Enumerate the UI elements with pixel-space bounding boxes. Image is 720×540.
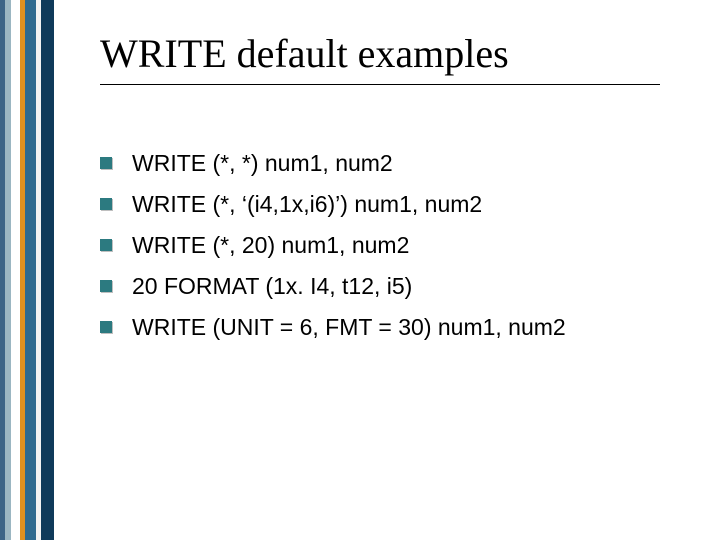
list-item-text: WRITE (*, ‘(i4,1x,i6)’) num1, num2: [132, 189, 660, 220]
bullet-icon: [100, 321, 112, 333]
list-item-text: WRITE (UNIT = 6, FMT = 30) num1, num2: [132, 312, 660, 343]
list-item-text: 20 FORMAT (1x. I4, t12, i5): [132, 271, 660, 302]
slide-body: WRITE (*, *) num1, num2 WRITE (*, ‘(i4,1…: [100, 148, 660, 353]
list-item: 20 FORMAT (1x. I4, t12, i5): [100, 271, 660, 302]
bullet-icon: [100, 198, 112, 210]
sidebar-stripe: [11, 0, 20, 540]
list-item: WRITE (UNIT = 6, FMT = 30) num1, num2: [100, 312, 660, 343]
sidebar-stripe: [25, 0, 36, 540]
bullet-icon: [100, 280, 112, 292]
title-underline: [100, 84, 660, 85]
list-item-text: WRITE (*, *) num1, num2: [132, 148, 660, 179]
bullet-icon: [100, 239, 112, 251]
sidebar-decoration: [0, 0, 54, 540]
slide-title: WRITE default examples: [100, 30, 509, 77]
list-item: WRITE (*, ‘(i4,1x,i6)’) num1, num2: [100, 189, 660, 220]
bullet-icon: [100, 157, 112, 169]
list-item: WRITE (*, *) num1, num2: [100, 148, 660, 179]
list-item-text: WRITE (*, 20) num1, num2: [132, 230, 660, 261]
list-item: WRITE (*, 20) num1, num2: [100, 230, 660, 261]
sidebar-stripe: [41, 0, 54, 540]
slide: WRITE default examples WRITE (*, *) num1…: [0, 0, 720, 540]
